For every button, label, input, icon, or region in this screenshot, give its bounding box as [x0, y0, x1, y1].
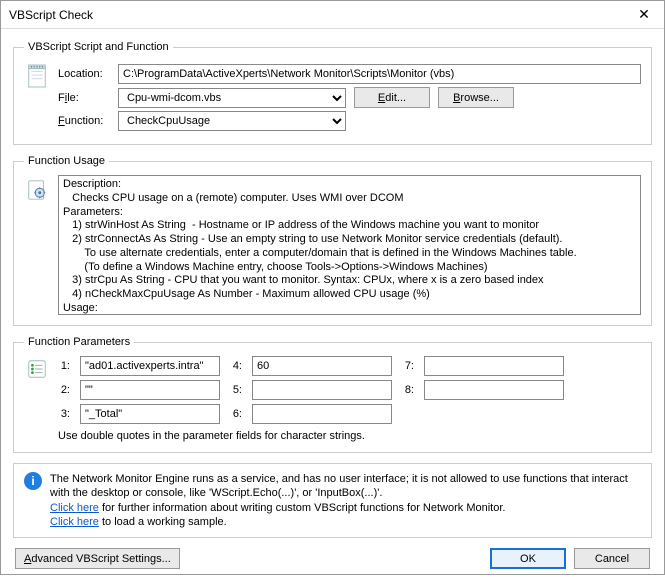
edit-button[interactable]: Edit... [354, 87, 430, 108]
advanced-settings-button[interactable]: Advanced VBScript Settings... [15, 548, 180, 569]
cancel-button[interactable]: Cancel [574, 548, 650, 569]
info-icon: i [24, 472, 42, 490]
group-function-parameters: Function Parameters 1: 4: [13, 336, 652, 453]
params-hint: Use double quotes in the parameter field… [58, 430, 641, 442]
group-function-usage: Function Usage Description: Checks CPU u… [13, 155, 652, 326]
param-input-1[interactable] [80, 356, 220, 376]
info-box: i The Network Monitor Engine runs as a s… [13, 463, 652, 538]
param-label-8: 8: [402, 384, 414, 396]
file-label: File: [58, 92, 110, 104]
info-link-docs[interactable]: Click here [50, 502, 99, 514]
bottom-bar: Advanced VBScript Settings... OK Cancel [13, 548, 652, 569]
param-label-4: 4: [230, 360, 242, 372]
group-script-function-legend: VBScript Script and Function [24, 41, 173, 53]
param-input-4[interactable] [252, 356, 392, 376]
notepad-icon [26, 63, 48, 89]
file-select[interactable]: Cpu-wmi-dcom.vbs [118, 88, 346, 108]
param-input-3[interactable] [80, 404, 220, 424]
param-label-3: 3: [58, 408, 70, 420]
param-label-1: 1: [58, 360, 70, 372]
function-label: Function: [58, 115, 110, 127]
group-function-parameters-legend: Function Parameters [24, 336, 134, 348]
dialog-content: VBScript Script and Function [1, 29, 664, 577]
browse-button[interactable]: Browse... [438, 87, 514, 108]
param-input-8[interactable] [424, 380, 564, 400]
param-input-6[interactable] [252, 404, 392, 424]
function-select[interactable]: CheckCpuUsage [118, 111, 346, 131]
param-label-6: 6: [230, 408, 242, 420]
info-link-sample[interactable]: Click here [50, 516, 99, 528]
location-field [118, 64, 641, 84]
gear-doc-icon [26, 177, 48, 203]
close-button[interactable]: ✕ [624, 1, 664, 29]
window-title: VBScript Check [9, 8, 93, 22]
group-script-function: VBScript Script and Function [13, 41, 652, 145]
close-icon: ✕ [638, 6, 650, 23]
ok-button[interactable]: OK [490, 548, 566, 569]
param-label-2: 2: [58, 384, 70, 396]
usage-text[interactable]: Description: Checks CPU usage on a (remo… [58, 175, 641, 315]
param-input-2[interactable] [80, 380, 220, 400]
params-icon [26, 356, 48, 382]
location-label: Location: [58, 68, 110, 80]
title-bar: VBScript Check ✕ [1, 1, 664, 29]
param-label-5: 5: [230, 384, 242, 396]
info-text: The Network Monitor Engine runs as a ser… [50, 472, 641, 529]
group-function-usage-legend: Function Usage [24, 155, 109, 167]
param-input-7[interactable] [424, 356, 564, 376]
info-line-3: Click here to load a working sample. [50, 515, 641, 529]
info-line-1: The Network Monitor Engine runs as a ser… [50, 472, 641, 501]
param-label-7: 7: [402, 360, 414, 372]
info-line-2: Click here for further information about… [50, 501, 641, 515]
param-input-5[interactable] [252, 380, 392, 400]
